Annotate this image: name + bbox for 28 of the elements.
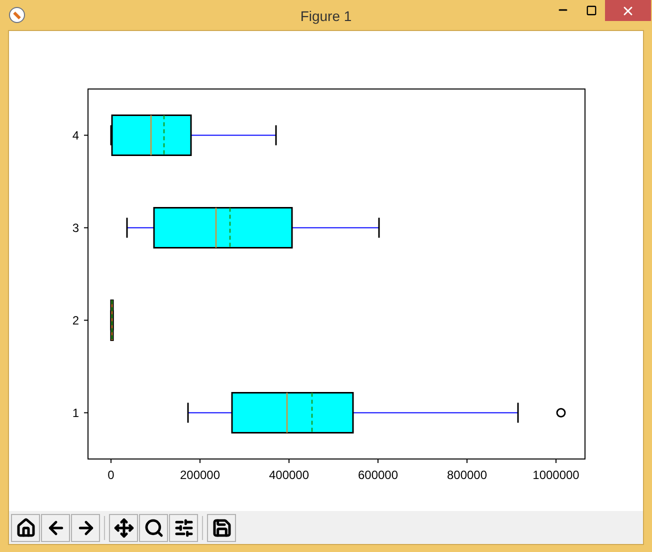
tick-label: 3 xyxy=(72,220,79,235)
tick-label: 600000 xyxy=(358,468,398,482)
tick-label: 4 xyxy=(72,128,79,142)
outlier-point xyxy=(556,408,566,418)
home-icon xyxy=(16,518,36,538)
tick-label: 800000 xyxy=(446,468,488,482)
window-title: Figure 1 xyxy=(300,7,352,26)
toolbar-button[interactable] xyxy=(11,514,40,542)
box-plot-drawing xyxy=(110,300,114,341)
save-icon xyxy=(212,518,232,538)
toolbar-button[interactable] xyxy=(71,514,100,542)
toolbar-button[interactable] xyxy=(169,514,198,542)
tick-label: 1 xyxy=(72,406,79,420)
tick-label: 1000000 xyxy=(532,468,580,482)
toolbar-button[interactable] xyxy=(139,514,168,542)
toolbar-button[interactable] xyxy=(41,514,70,542)
zoom-icon xyxy=(144,518,164,538)
sliders-icon xyxy=(174,518,194,538)
maximize-icon xyxy=(586,4,596,16)
close-button[interactable] xyxy=(605,0,651,21)
move-arrows-icon xyxy=(114,518,134,538)
app-icon xyxy=(9,7,25,23)
toolbar-button[interactable] xyxy=(109,514,138,542)
toolbar-button[interactable] xyxy=(207,514,236,542)
tick-label: 400000 xyxy=(268,468,310,482)
tick-label: 200000 xyxy=(180,468,220,482)
tick-label: 0 xyxy=(108,468,114,482)
tick-label: 2 xyxy=(72,313,79,328)
